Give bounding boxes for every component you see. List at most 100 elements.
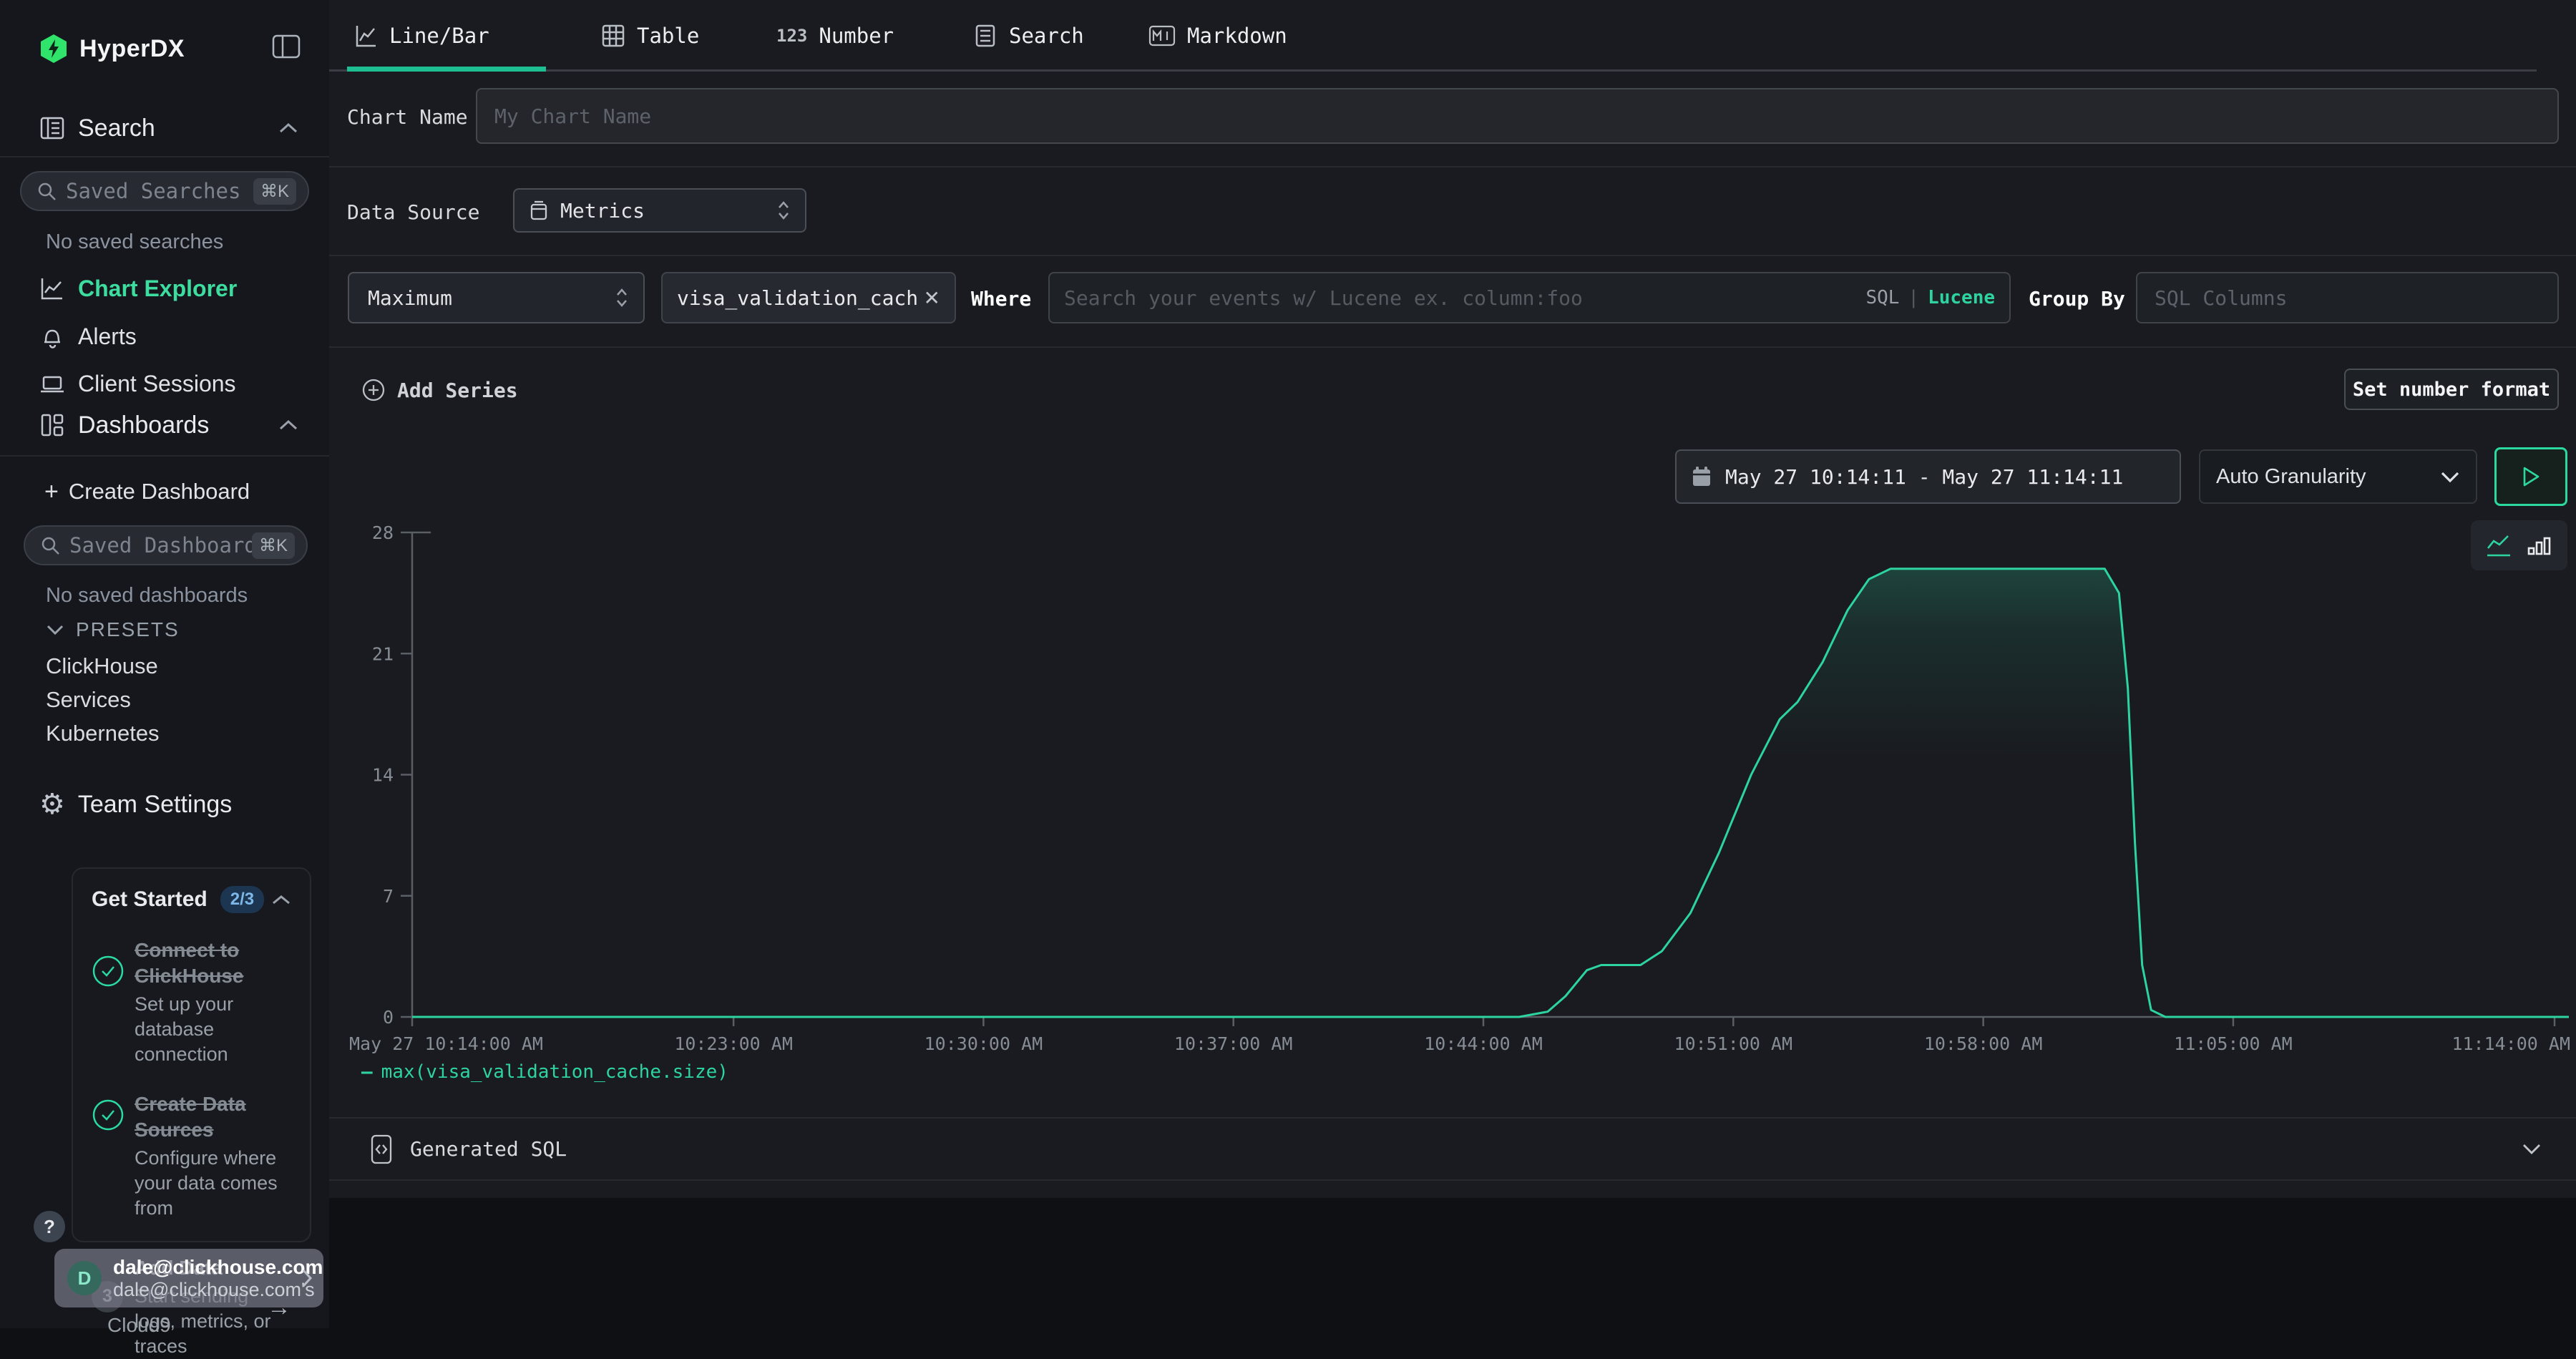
preset-item-services[interactable]: Services — [46, 687, 131, 713]
preset-item-clickhouse[interactable]: ClickHouse — [46, 653, 158, 679]
sidebar-item-team-settings[interactable]: ⚙ Team Settings — [39, 787, 309, 822]
tab-label: Table — [637, 24, 699, 48]
shortcut-badge: ⌘K — [253, 178, 296, 205]
add-series-label: Add Series — [397, 379, 518, 402]
svg-text:11:05:00 AM: 11:05:00 AM — [2174, 1033, 2293, 1054]
data-source-select[interactable]: Metrics — [513, 188, 806, 233]
create-dashboard-label: Create Dashboard — [69, 479, 250, 505]
group-by-input[interactable] — [2136, 272, 2559, 323]
presets-toggle[interactable]: PRESETS — [46, 618, 180, 641]
laptop-icon — [39, 371, 65, 396]
close-icon[interactable]: ✕ — [924, 286, 940, 310]
metric-chip[interactable]: visa_validation_cach ✕ — [661, 272, 956, 323]
get-started-title: Get Started — [92, 887, 208, 912]
sidebar: HyperDX Search ⌘K No saved searches Char… — [0, 0, 329, 1328]
document-list-icon — [973, 24, 997, 48]
search-icon — [36, 180, 57, 202]
set-number-format-button[interactable]: Set number format — [2344, 369, 2559, 410]
alerts-label: Alerts — [78, 323, 137, 350]
user-email: dale@clickhouse.com — [113, 1256, 301, 1279]
tab-markdown[interactable]: Markdown — [1148, 0, 1287, 72]
metric-name: visa_validation_cach — [677, 286, 918, 310]
tab-label: Line/Bar — [389, 24, 489, 48]
sidebar-section-search[interactable]: Search — [39, 111, 309, 145]
gear-icon: ⚙ — [39, 790, 65, 819]
tab-search[interactable]: Search — [973, 0, 1084, 72]
avatar: D — [67, 1261, 102, 1295]
team-settings-label: Team Settings — [78, 791, 232, 819]
where-label: Where — [971, 287, 1031, 311]
database-icon — [529, 200, 549, 221]
chevron-up-icon[interactable] — [278, 122, 299, 135]
legend-label: max(visa_validation_cache.size) — [381, 1061, 728, 1083]
user-menu[interactable]: D dale@clickhouse.com dale@clickhouse.co… — [54, 1249, 323, 1307]
aggregation-select[interactable]: Maximum — [348, 272, 645, 323]
table-icon — [601, 24, 625, 48]
dashboards-label: Dashboards — [78, 411, 209, 439]
chevron-down-icon — [2440, 471, 2460, 483]
check-circle-icon — [92, 955, 125, 988]
query-language-toggle: SQL | Lucene — [1865, 287, 1995, 308]
sidebar-item-client-sessions[interactable]: Client Sessions — [39, 366, 315, 401]
tab-label: Number — [819, 24, 894, 48]
divider — [0, 455, 329, 457]
get-started-step-connect[interactable]: Connect to ClickHouse Set up your databa… — [92, 937, 291, 1067]
select-updown-icon — [776, 200, 791, 221]
sidebar-item-alerts[interactable]: Alerts — [39, 318, 315, 354]
lucene-mode-button[interactable]: Lucene — [1928, 287, 1995, 308]
step-title: Connect to ClickHouse — [135, 937, 291, 989]
svg-text:10:51:00 AM: 10:51:00 AM — [1674, 1033, 1793, 1054]
user-team-overflow: Cloud9 — [107, 1314, 171, 1337]
search-section-icon — [39, 115, 65, 141]
sidebar-section-dashboards[interactable]: Dashboards — [39, 408, 309, 442]
check-circle-icon — [92, 1099, 125, 1131]
logo-row: HyperDX — [39, 29, 309, 69]
sidebar-item-chart-explorer[interactable]: Chart Explorer — [39, 271, 315, 306]
chevron-down-icon — [46, 624, 64, 635]
svg-text:May 27 10:14:00 AM: May 27 10:14:00 AM — [349, 1033, 543, 1054]
sidebar-collapse-icon[interactable] — [272, 34, 301, 59]
date-range-picker[interactable]: May 27 10:14:11 - May 27 11:14:11 — [1675, 449, 2181, 504]
number-123-icon: 123 — [776, 26, 807, 46]
client-sessions-label: Client Sessions — [78, 371, 236, 397]
saved-dashboards-input[interactable] — [69, 533, 252, 557]
tab-number[interactable]: 123 Number — [776, 0, 894, 72]
svg-text:10:30:00 AM: 10:30:00 AM — [924, 1033, 1043, 1054]
generated-sql-toggle[interactable]: Generated SQL — [329, 1119, 2576, 1179]
chart-explorer-label: Chart Explorer — [78, 276, 237, 302]
chevron-up-icon[interactable] — [271, 894, 291, 906]
no-saved-searches-text: No saved searches — [46, 230, 223, 254]
sql-mode-button[interactable]: SQL — [1865, 287, 1899, 308]
get-started-progress-badge: 2/3 — [220, 886, 264, 913]
tab-line-bar[interactable]: Line/Bar — [353, 0, 489, 72]
divider — [329, 1179, 2576, 1181]
tab-label: Search — [1009, 24, 1084, 48]
saved-searches-pill[interactable]: ⌘K — [20, 171, 309, 211]
run-query-button[interactable] — [2494, 447, 2567, 506]
tab-table[interactable]: Table — [601, 0, 699, 72]
chevron-up-icon[interactable] — [278, 419, 299, 432]
granularity-select[interactable]: Auto Granularity — [2199, 449, 2477, 504]
code-icon — [369, 1134, 394, 1165]
svg-text:21: 21 — [372, 643, 394, 664]
get-started-step-sources[interactable]: Create Data Sources Configure where your… — [92, 1091, 291, 1221]
language-separator: | — [1908, 287, 1919, 308]
hyperdx-logo-icon — [39, 34, 68, 64]
chevron-down-icon — [2522, 1143, 2542, 1155]
preset-item-kubernetes[interactable]: Kubernetes — [46, 721, 160, 746]
tab-label: Markdown — [1187, 24, 1287, 48]
chevron-right-icon — [301, 1267, 313, 1289]
chart-legend[interactable]: — max(visa_validation_cache.size) — [361, 1061, 728, 1083]
svg-text:10:23:00 AM: 10:23:00 AM — [674, 1033, 793, 1054]
add-series-button[interactable]: Add Series — [361, 378, 518, 402]
saved-searches-input[interactable] — [66, 179, 253, 203]
svg-text:11:14:00 AM: 11:14:00 AM — [2451, 1033, 2570, 1054]
help-button[interactable]: ? — [34, 1211, 65, 1242]
create-dashboard-button[interactable]: + Create Dashboard — [44, 474, 315, 510]
timeseries-chart[interactable]: 07142128May 27 10:14:00 AM10:23:00 AM10:… — [329, 501, 2576, 1088]
step-title: Create Data Sources — [135, 1091, 291, 1143]
chart-name-input[interactable] — [476, 88, 2559, 144]
step-subtitle: Configure where your data comes from — [135, 1146, 291, 1221]
where-search-input[interactable] — [1064, 286, 1855, 310]
saved-dashboards-pill[interactable]: ⌘K — [24, 525, 308, 565]
